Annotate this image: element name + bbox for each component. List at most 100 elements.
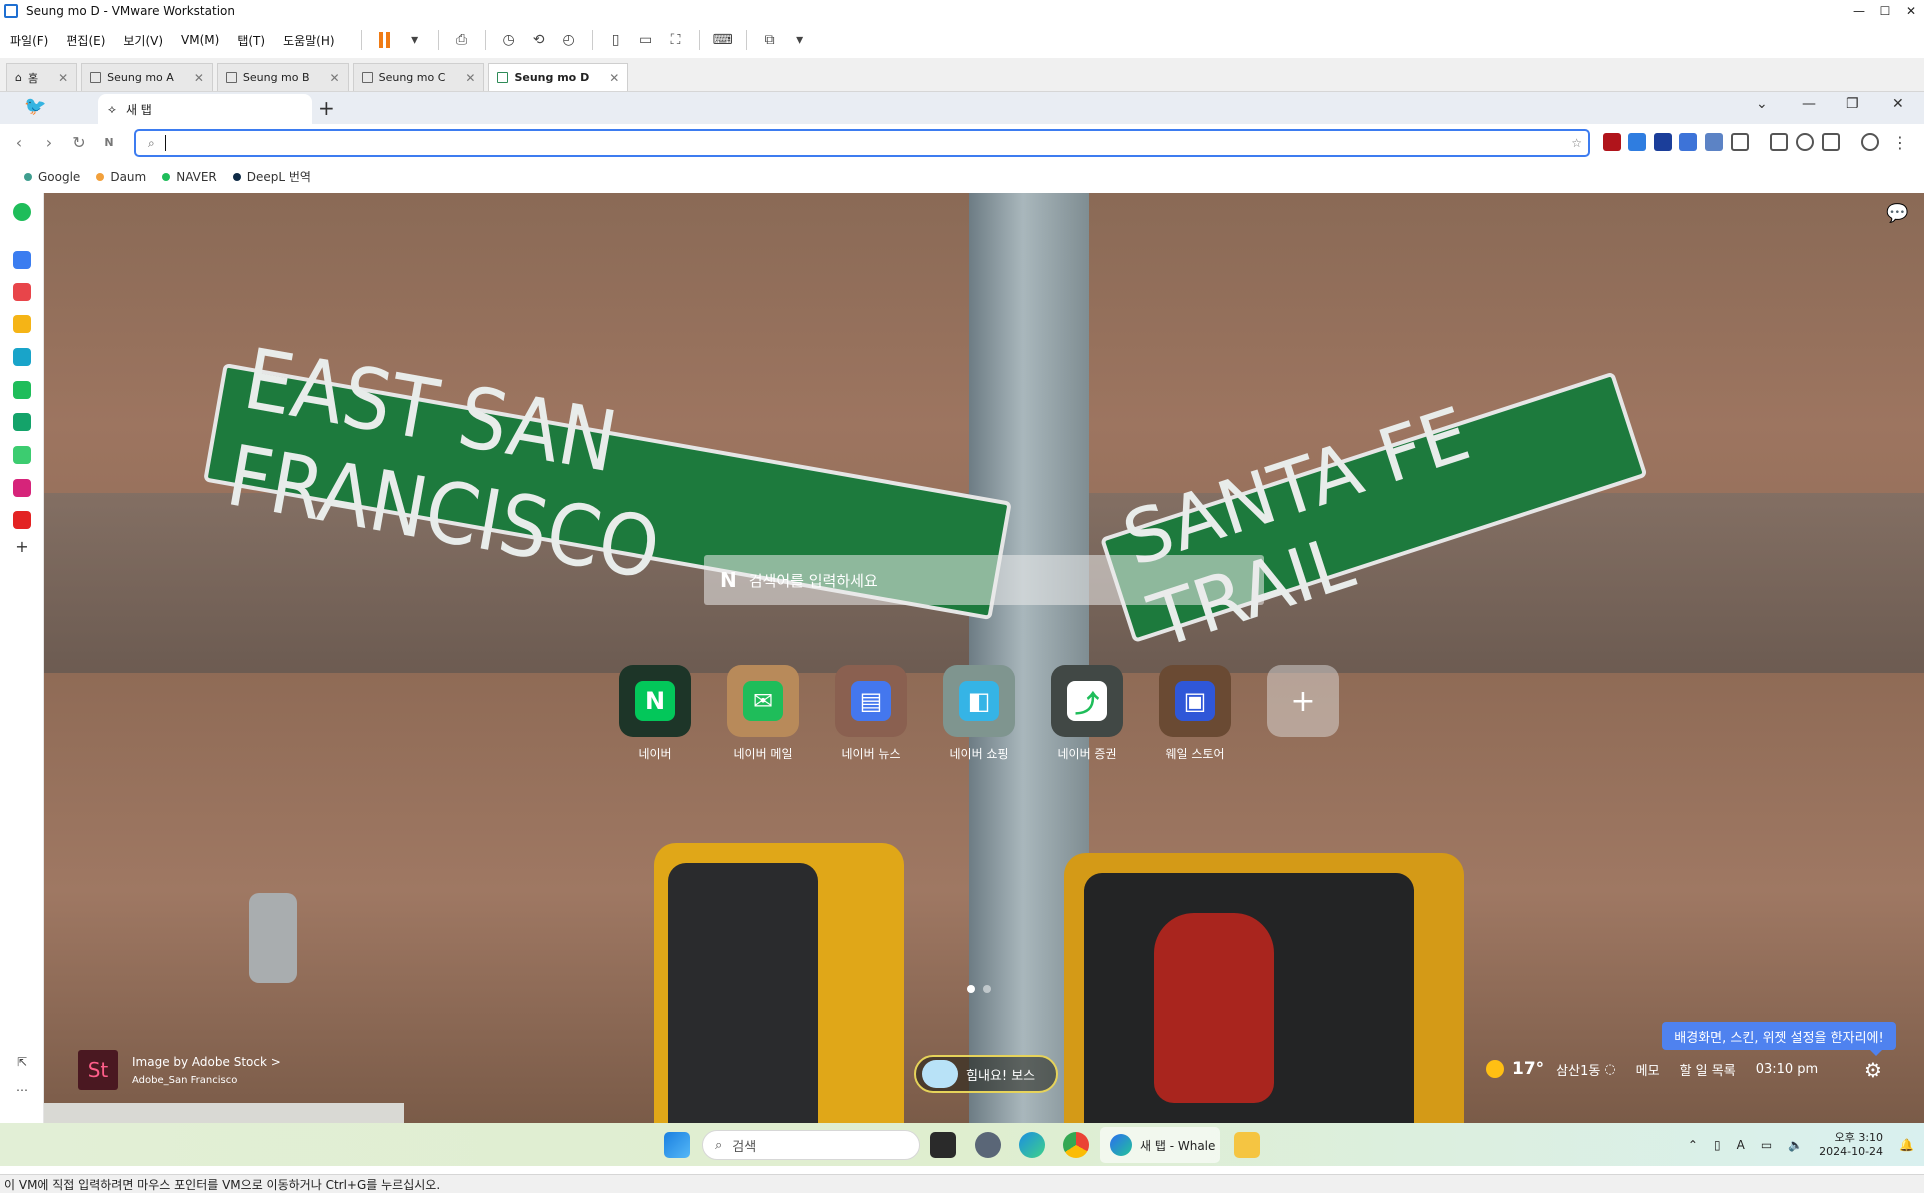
downloader-icon[interactable] [1654,133,1672,151]
translate-icon[interactable] [1679,133,1697,151]
forward-icon[interactable]: › [34,133,64,152]
guest-screen[interactable]: 🐦 ⟡ 새 탭 + ⌄ — ❐ ✕ ‹ › ↻ N ⌕ ☆ ⋮ Google D… [0,92,1924,1174]
tab-list-icon[interactable]: ⌄ [1756,96,1768,112]
tab-seung-mo-c[interactable]: Seung mo C ✕ [352,63,485,91]
fullscreen-icon[interactable]: ⛶ [663,27,689,53]
sidebar-toggle-icon[interactable] [1822,133,1840,151]
revert-snapshot-icon[interactable]: ⟲ [526,27,552,53]
memo-widget[interactable]: 메모 [1636,1060,1660,1079]
speaker-icon[interactable]: 🔈 [1788,1138,1803,1152]
cheer-widget[interactable]: 힘내요! 보스 [914,1055,1058,1093]
menu-help[interactable]: 도움말(H) [283,32,335,49]
file-explorer-icon[interactable] [1234,1132,1260,1158]
sidebar-store-icon[interactable] [13,251,31,269]
pause-icon[interactable] [372,27,398,53]
windows-start-icon[interactable] [664,1132,690,1158]
notification-icon[interactable]: 🔔 [1899,1138,1914,1152]
bookmark-google[interactable]: Google [24,170,80,184]
menu-view[interactable]: 보기(V) [123,32,163,49]
bookmark-daum[interactable]: Daum [96,170,146,184]
ntp-search-box[interactable]: N 검색어를 입력하세요 [704,555,1264,605]
close-icon[interactable]: ✕ [609,71,619,85]
dropdown-icon[interactable]: ▾ [787,27,813,53]
snapshot-manager-icon[interactable]: ◴ [556,27,582,53]
naver-home-icon[interactable]: N [94,136,124,149]
sidebar-webtoon-icon[interactable] [13,446,31,464]
bookmark-deepl[interactable]: DeepL 번역 [232,168,311,185]
address-input[interactable]: ⌕ ☆ [134,129,1590,157]
download-icon[interactable] [1628,133,1646,151]
clock-widget[interactable]: 03:10 pm [1756,1062,1819,1077]
sidebar-more-icon[interactable]: ⋯ [13,1083,31,1101]
tile-add[interactable]: + [1267,665,1339,762]
menu-vm[interactable]: VM(M) [181,33,219,47]
sidebar-home-icon[interactable] [13,203,31,221]
close-icon[interactable]: ✕ [58,71,68,85]
weather-temp[interactable]: 17° [1512,1059,1544,1079]
sidebar-stock-icon[interactable] [13,413,31,431]
close-icon[interactable]: ✕ [330,71,340,85]
library-icon[interactable]: ▯ [603,27,629,53]
profile-icon[interactable] [1861,133,1879,151]
sidebar-pocket-icon[interactable] [13,283,31,301]
chrome-icon[interactable] [1063,1132,1089,1158]
sidebar-instagram-icon[interactable] [13,479,31,497]
menu-file[interactable]: 파일(F) [10,32,48,49]
todo-widget[interactable]: 할 일 목록 [1680,1060,1736,1079]
settings-app-icon[interactable] [975,1132,1001,1158]
capture-icon[interactable] [1705,133,1723,151]
tile-naver[interactable]: N 네이버 [619,665,691,762]
screen-icon[interactable] [1770,133,1788,151]
tile-whale-store[interactable]: ▣ 웨일 스토어 [1159,665,1231,762]
bookmark-naver[interactable]: NAVER [162,170,217,184]
system-clock[interactable]: 오후 3:10 2024-10-24 [1819,1131,1883,1159]
image-credit[interactable]: St Image by Adobe Stock > Adobe_San Fran… [78,1050,281,1090]
tile-naver-mail[interactable]: ✉ 네이버 메일 [727,665,799,762]
tab-seung-mo-b[interactable]: Seung mo B ✕ [216,63,349,91]
sidebar-popout-icon[interactable]: ⇱ [13,1055,31,1073]
sidebar-add-icon[interactable]: + [13,537,31,556]
menu-icon[interactable]: ⋮ [1892,133,1910,152]
close-icon[interactable]: ✕ [194,71,204,85]
usb-icon[interactable]: ▯ [1714,1138,1721,1152]
sidebar-naver-icon[interactable] [13,381,31,399]
send-ctrl-alt-del-icon[interactable]: ⎙ [449,27,475,53]
thumbnail-icon[interactable]: ▭ [633,27,659,53]
sidebar-favorites-icon[interactable] [13,315,31,333]
stretch-icon[interactable]: ⧉ [757,27,783,53]
maximize-button[interactable]: ☐ [1872,0,1898,22]
ime-icon[interactable]: A [1737,1138,1745,1152]
tab-seung-mo-d[interactable]: Seung mo D ✕ [488,63,629,91]
back-icon[interactable]: ‹ [4,133,34,152]
task-view-icon[interactable] [930,1132,956,1158]
browser-tab-new[interactable]: ⟡ 새 탭 [98,94,312,124]
snapshot-icon[interactable]: ◷ [496,27,522,53]
sidebar-papago-icon[interactable] [13,348,31,366]
taskbar-whale[interactable]: 새 탭 - Whale [1100,1127,1220,1163]
dropdown-icon[interactable]: ▾ [402,27,428,53]
tab-seung-mo-a[interactable]: Seung mo A ✕ [81,63,213,91]
console-icon[interactable]: ⌨ [710,27,736,53]
edge-icon[interactable] [1019,1132,1045,1158]
close-button[interactable]: ✕ [1898,0,1924,22]
menu-edit[interactable]: 편집(E) [66,32,105,49]
menu-tab[interactable]: 탭(T) [237,32,265,49]
screenshot-icon[interactable] [1796,133,1814,151]
tile-naver-news[interactable]: ▤ 네이버 뉴스 [835,665,907,762]
ublock-icon[interactable] [1603,133,1621,151]
sidebar-youtube-icon[interactable] [13,511,31,529]
browser-close-button[interactable]: ✕ [1892,96,1904,112]
refresh-icon[interactable]: ◌ [1604,1062,1615,1077]
bookmark-add-icon[interactable]: ☆ [1571,136,1582,150]
page-dot[interactable] [967,985,975,993]
browser-restore-button[interactable]: ❐ [1846,96,1859,112]
chat-icon[interactable]: 💬 [1886,203,1908,224]
new-tab-button[interactable]: + [318,96,335,120]
tab-home[interactable]: ⌂ 홈 ✕ [6,63,78,91]
taskbar-search[interactable]: ⌕ 검색 [702,1130,920,1160]
reload-icon[interactable]: ↻ [64,133,94,152]
browser-minimize-button[interactable]: — [1802,96,1816,112]
page-dot[interactable] [983,985,991,993]
close-icon[interactable]: ✕ [465,71,475,85]
chevron-up-icon[interactable]: ⌃ [1688,1138,1698,1152]
